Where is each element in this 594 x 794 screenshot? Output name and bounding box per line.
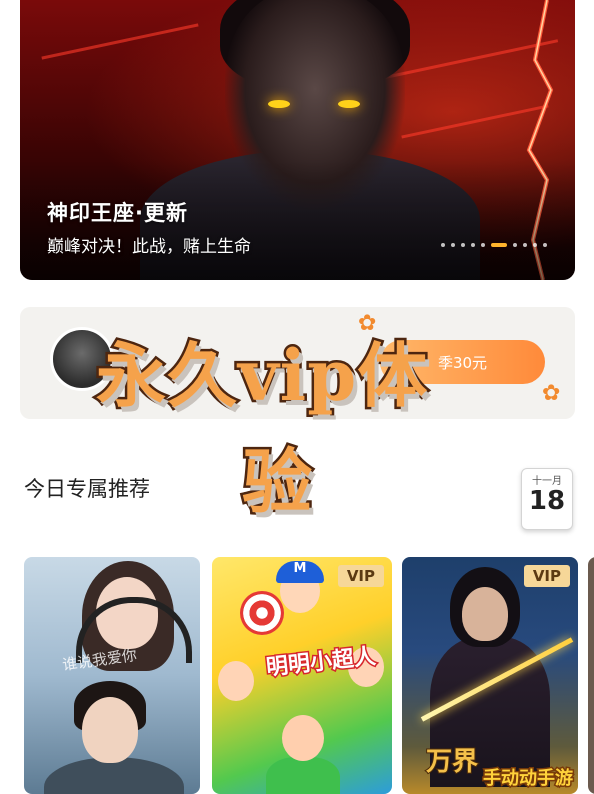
content-card[interactable]: M 明明小超人 VIP <box>212 557 392 794</box>
shield-icon <box>240 591 284 635</box>
promo-overlay-text-2: 验 <box>240 438 315 526</box>
content-card[interactable]: 谁说我爱你 <box>24 557 200 794</box>
card-poster-figure <box>282 715 324 761</box>
hero-light-streak <box>41 23 199 60</box>
carousel-dot[interactable] <box>451 243 455 247</box>
maple-leaf-icon: ✿ <box>542 381 561 406</box>
vip-badge: VIP <box>337 565 384 587</box>
hero-banner[interactable]: 神印王座·更新 巅峰对决！此战，赌上生命 <box>20 0 575 280</box>
card-poster-title: 万界 <box>425 746 479 778</box>
vip-badge: VIP <box>523 565 570 587</box>
carousel-dot[interactable] <box>441 243 445 247</box>
hero-subtitle: 巅峰对决！此战，赌上生命 <box>47 237 251 257</box>
content-card[interactable]: 万界 VIP <box>402 557 578 794</box>
carousel-dot[interactable] <box>481 243 485 247</box>
section-title: 今日专属推荐 <box>24 477 150 501</box>
hero-character-eye <box>338 100 360 108</box>
carousel-dot-active[interactable] <box>491 243 507 247</box>
calendar-month: 十一月 <box>532 476 562 487</box>
card-poster-figure: M <box>276 561 324 583</box>
calendar-day: 18 <box>528 486 566 516</box>
content-card-partial[interactable] <box>588 557 594 794</box>
carousel-dot[interactable] <box>523 243 527 247</box>
hero-character-eye <box>268 100 290 108</box>
hero-title: 神印王座·更新 <box>47 201 188 225</box>
watermark: 手动动手游 <box>482 767 575 791</box>
carousel-dot[interactable] <box>461 243 465 247</box>
card-poster-figure <box>82 697 138 763</box>
card-poster-figure <box>218 661 254 701</box>
carousel-dot[interactable] <box>543 243 547 247</box>
card-poster-figure <box>266 757 340 794</box>
carousel-dot[interactable] <box>513 243 517 247</box>
carousel-dot[interactable] <box>471 243 475 247</box>
carousel-indicator[interactable] <box>441 243 547 247</box>
carousel-dot[interactable] <box>533 243 537 247</box>
card-poster-figure <box>462 587 508 641</box>
calendar-icon[interactable]: 十一月 18 <box>521 468 573 530</box>
promo-overlay-text: 永久vip体 <box>93 332 429 420</box>
